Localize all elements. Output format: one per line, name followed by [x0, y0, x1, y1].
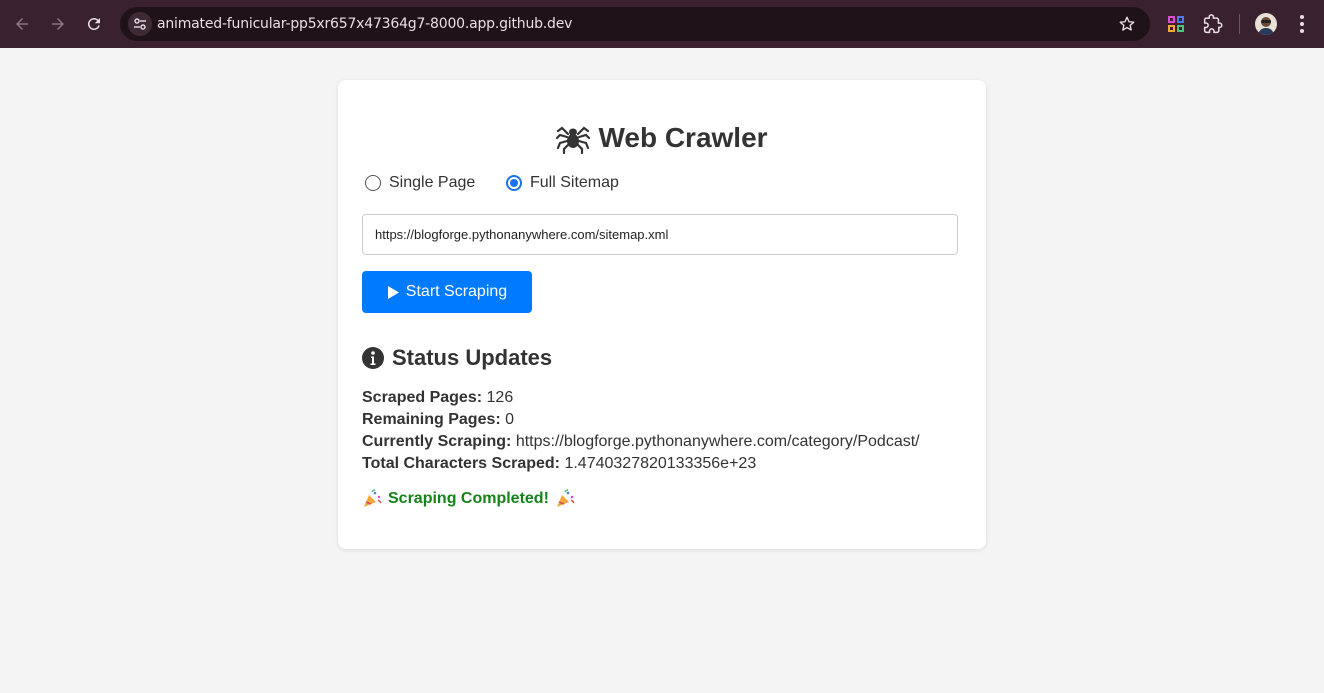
full-sitemap-label[interactable]: Full Sitemap: [530, 174, 619, 192]
single-page-radio[interactable]: [365, 175, 381, 191]
url-text[interactable]: animated-funicular-pp5xr657x47364g7-8000…: [157, 16, 572, 32]
bookmark-star-icon[interactable]: [1118, 15, 1136, 33]
reload-button[interactable]: [82, 12, 106, 36]
single-page-label[interactable]: Single Page: [389, 174, 475, 192]
play-icon: [387, 285, 399, 299]
browser-toolbar: animated-funicular-pp5xr657x47364g7-8000…: [0, 0, 1324, 48]
arrow-left-icon: [16, 18, 28, 30]
party-popper-icon: [556, 489, 575, 507]
currently-scraping-stat: Currently Scraping: https://blogforge.py…: [362, 433, 920, 451]
remaining-pages-stat: Remaining Pages: 0: [362, 411, 514, 429]
total-characters-value: 1.4740327820133356e+23: [564, 455, 757, 472]
crawler-card: Web Crawler Single Page Full Sitemap Sta…: [338, 80, 986, 549]
arrow-right-icon: [52, 18, 64, 30]
spider-icon: [556, 126, 591, 154]
info-icon: [362, 347, 384, 369]
toolbar-divider: [1239, 14, 1240, 34]
currently-scraping-label: Currently Scraping:: [362, 433, 512, 450]
remaining-pages-label: Remaining Pages:: [362, 411, 501, 428]
status-heading: Status Updates: [362, 345, 552, 371]
puzzle-extensions-icon[interactable]: [1203, 14, 1223, 34]
lens-extension-icon[interactable]: [1166, 14, 1186, 34]
title-text: Web Crawler: [598, 122, 768, 153]
site-settings-icon[interactable]: [128, 12, 152, 36]
party-popper-icon: [364, 489, 382, 507]
currently-scraping-value: https://blogforge.pythonanywhere.com/cat…: [515, 433, 920, 450]
scraped-pages-stat: Scraped Pages: 126: [362, 389, 513, 407]
profile-avatar[interactable]: [1255, 13, 1277, 35]
more-menu-icon[interactable]: [1292, 12, 1312, 36]
page-title: Web Crawler: [338, 122, 986, 154]
forward-button[interactable]: [46, 12, 70, 36]
total-characters-label: Total Characters Scraped:: [362, 455, 560, 472]
scraped-pages-value: 126: [486, 389, 514, 406]
full-sitemap-option[interactable]: Full Sitemap: [506, 172, 619, 194]
remaining-pages-value: 0: [505, 411, 515, 428]
total-characters-stat: Total Characters Scraped: 1.474032782013…: [362, 455, 756, 473]
completion-message: Scraping Completed!: [362, 489, 575, 509]
single-page-option[interactable]: Single Page: [365, 172, 475, 194]
url-input[interactable]: [362, 214, 958, 255]
back-button[interactable]: [10, 12, 34, 36]
start-scraping-label: Start Scraping: [405, 283, 508, 300]
start-scraping-button[interactable]: Start Scraping: [362, 271, 532, 313]
full-sitemap-radio[interactable]: [506, 175, 522, 191]
address-bar[interactable]: animated-funicular-pp5xr657x47364g7-8000…: [120, 7, 1150, 41]
completion-text: Scraping Completed!: [388, 490, 549, 507]
reload-icon: [87, 17, 100, 30]
scraped-pages-label: Scraped Pages:: [362, 389, 483, 406]
status-heading-text: Status Updates: [392, 345, 553, 370]
